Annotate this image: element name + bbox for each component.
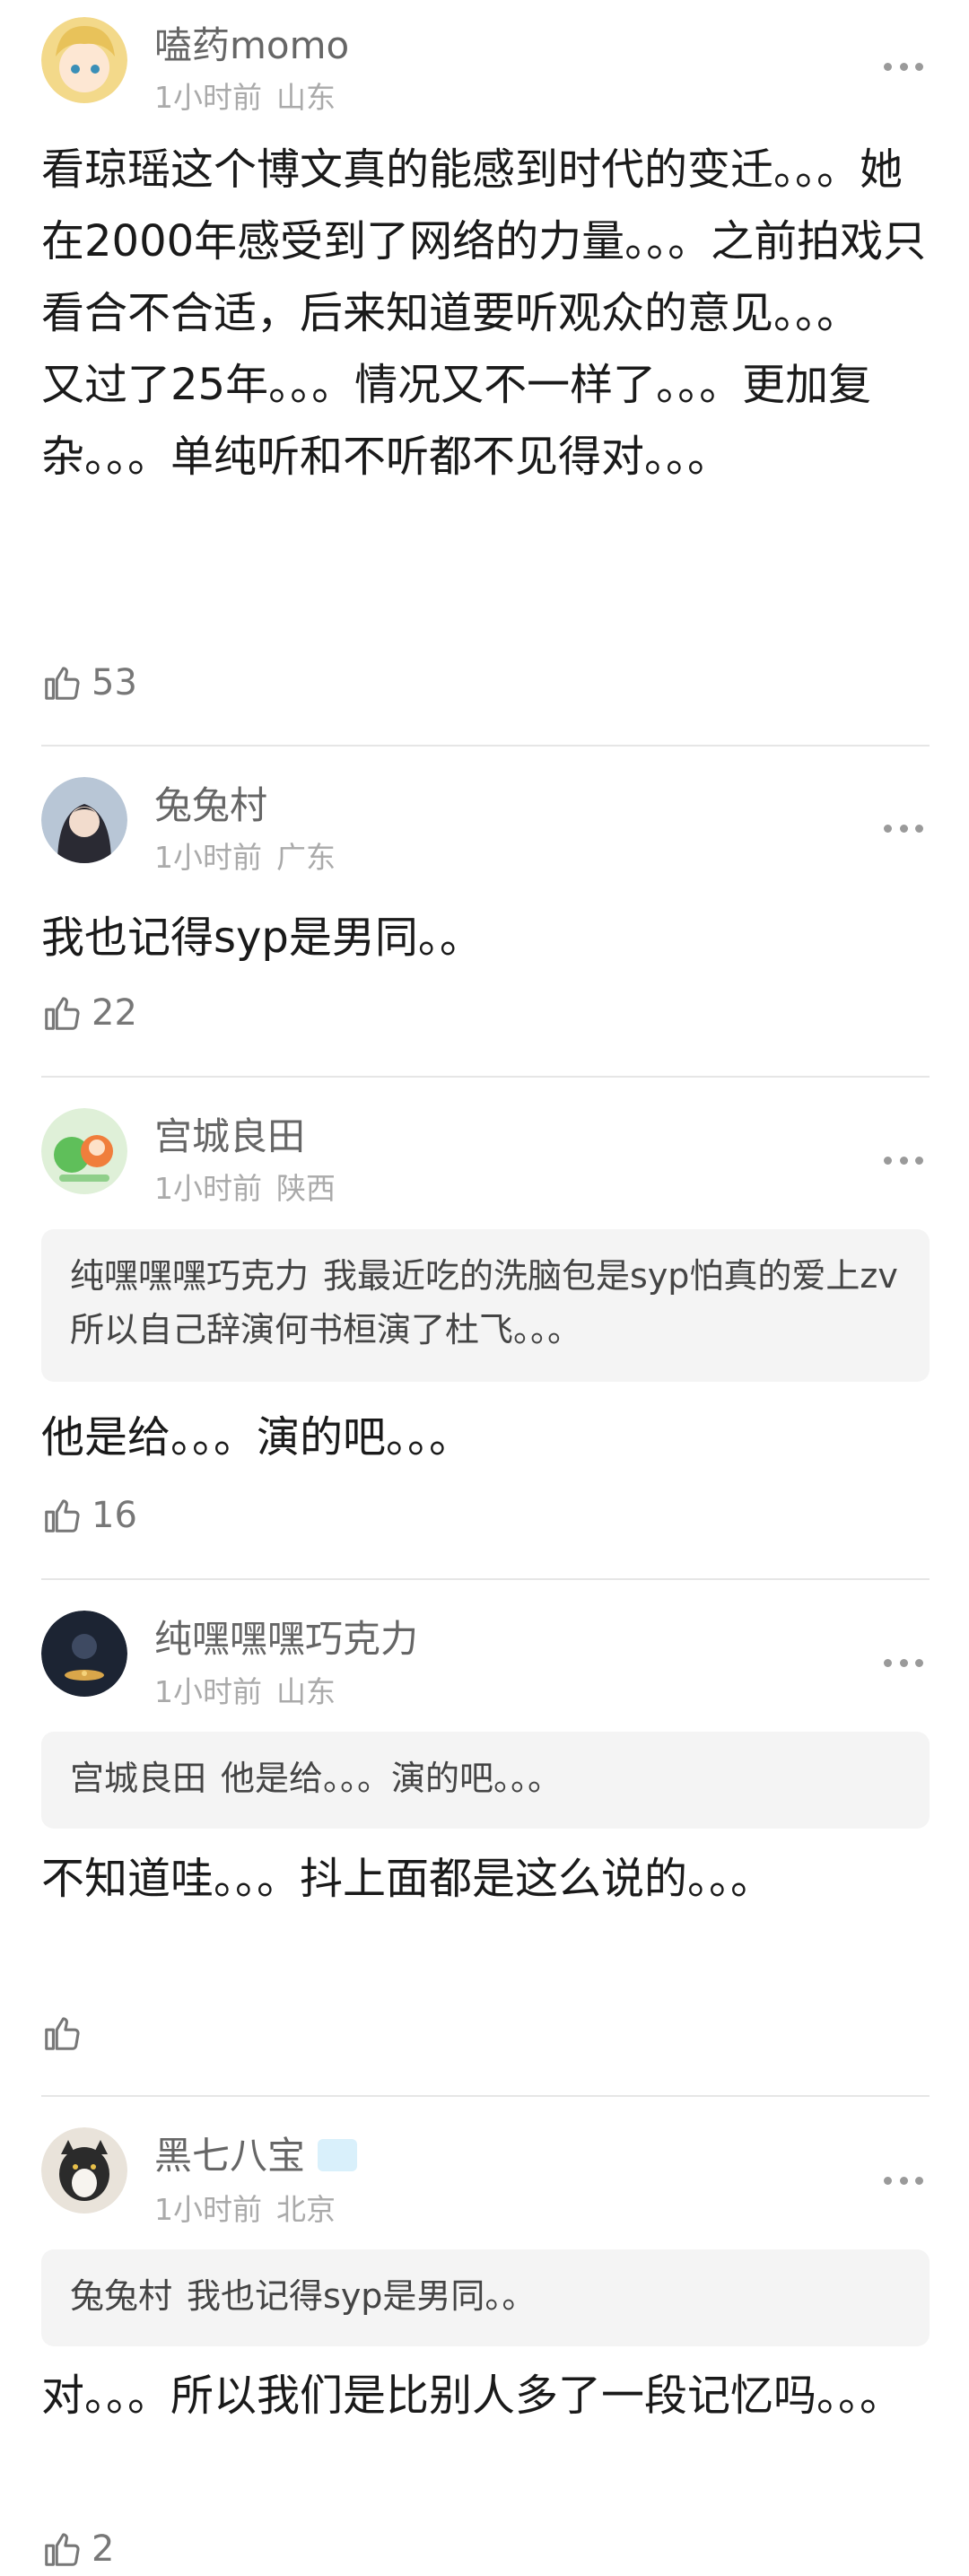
member-badge-icon: [318, 2138, 358, 2171]
like-button[interactable]: 22: [41, 991, 137, 1035]
time-label: 1小时前: [154, 1171, 262, 1206]
like-button[interactable]: 2: [41, 2528, 114, 2571]
comment-meta: 1小时前 山东: [154, 1677, 336, 1707]
like-button[interactable]: 53: [41, 661, 137, 704]
avatar[interactable]: [41, 17, 127, 103]
thumbs-up-icon: [45, 2533, 80, 2566]
quoted-text: 他是给。。。演的吧。。。: [221, 1759, 563, 1798]
avatar[interactable]: [41, 2127, 127, 2214]
quoted-text: 我也记得syp是男同。。: [187, 2276, 537, 2316]
comment-text: 我也记得syp是男同。。: [41, 913, 483, 963]
username[interactable]: 兔兔村: [154, 787, 267, 825]
comment-meta: 1小时前 北京: [154, 2195, 336, 2224]
username[interactable]: 嗑药momo: [154, 27, 349, 65]
more-options-icon[interactable]: [884, 2175, 923, 2186]
username-text: 黑七八宝: [154, 2134, 306, 2178]
quoted-reply[interactable]: 兔兔村 我也记得syp是男同。。: [41, 2249, 930, 2346]
time-label: 1小时前: [154, 1674, 262, 1709]
quoted-username[interactable]: 纯嘿嘿嘿巧克力: [70, 1256, 309, 1296]
comment-meta: 1小时前 广东: [154, 843, 336, 872]
thumbs-up-icon: [45, 997, 80, 1030]
location-label: 山东: [276, 80, 336, 115]
divider: [41, 1076, 930, 1078]
avatar[interactable]: [41, 777, 127, 863]
comment-text: 不知道哇。。。抖上面都是这么说的。。。: [41, 1854, 774, 1904]
more-options-icon[interactable]: [884, 61, 923, 72]
time-label: 1小时前: [154, 840, 262, 875]
thumbs-up-icon: [45, 667, 80, 700]
quoted-reply[interactable]: 宫城良田 他是给。。。演的吧。。。: [41, 1732, 930, 1829]
like-count: 22: [92, 992, 137, 1034]
time-label: 1小时前: [154, 80, 262, 115]
location-label: 山东: [276, 1674, 336, 1709]
username[interactable]: 纯嘿嘿嘿巧克力: [154, 1620, 418, 1658]
like-button[interactable]: [41, 2012, 92, 2055]
avatar[interactable]: [41, 1108, 127, 1194]
divider: [41, 2095, 930, 2097]
divider: [41, 745, 930, 747]
comment-meta: 1小时前 陕西: [154, 1174, 336, 1203]
comment-text: 他是给。。。演的吧。。。: [41, 1412, 473, 1463]
location-label: 广东: [276, 840, 336, 875]
divider: [41, 1578, 930, 1580]
time-label: 1小时前: [154, 2192, 262, 2227]
avatar[interactable]: [41, 1611, 127, 1697]
like-count: 53: [92, 662, 137, 703]
comment-meta: 1小时前 山东: [154, 83, 336, 112]
username[interactable]: 黑七八宝: [154, 2134, 358, 2178]
quoted-username[interactable]: 宫城良田: [70, 1759, 206, 1798]
more-options-icon[interactable]: [884, 1155, 923, 1166]
thumbs-up-icon: [45, 2017, 80, 2050]
location-label: 北京: [276, 2192, 336, 2227]
more-options-icon[interactable]: [884, 823, 923, 834]
thumbs-up-icon: [45, 1499, 80, 1533]
like-count: 16: [92, 1495, 137, 1536]
comment-text: 看琼瑶这个博文真的能感到时代的变迁。。。她在2000年感受到了网络的力量。。。之…: [41, 144, 927, 482]
location-label: 陕西: [276, 1171, 336, 1206]
like-count: 2: [92, 2528, 115, 2570]
quoted-reply[interactable]: 纯嘿嘿嘿巧克力 我最近吃的洗脑包是syp怕真的爱上zv所以自己辞演何书桓演了杜飞。…: [41, 1229, 930, 1382]
more-options-icon[interactable]: [884, 1657, 923, 1668]
username[interactable]: 宫城良田: [154, 1118, 305, 1156]
quoted-username[interactable]: 兔兔村: [70, 2276, 172, 2316]
comment-text: 对。。。所以我们是比别人多了一段记忆吗。。。: [41, 2371, 904, 2421]
like-button[interactable]: 16: [41, 1494, 137, 1537]
